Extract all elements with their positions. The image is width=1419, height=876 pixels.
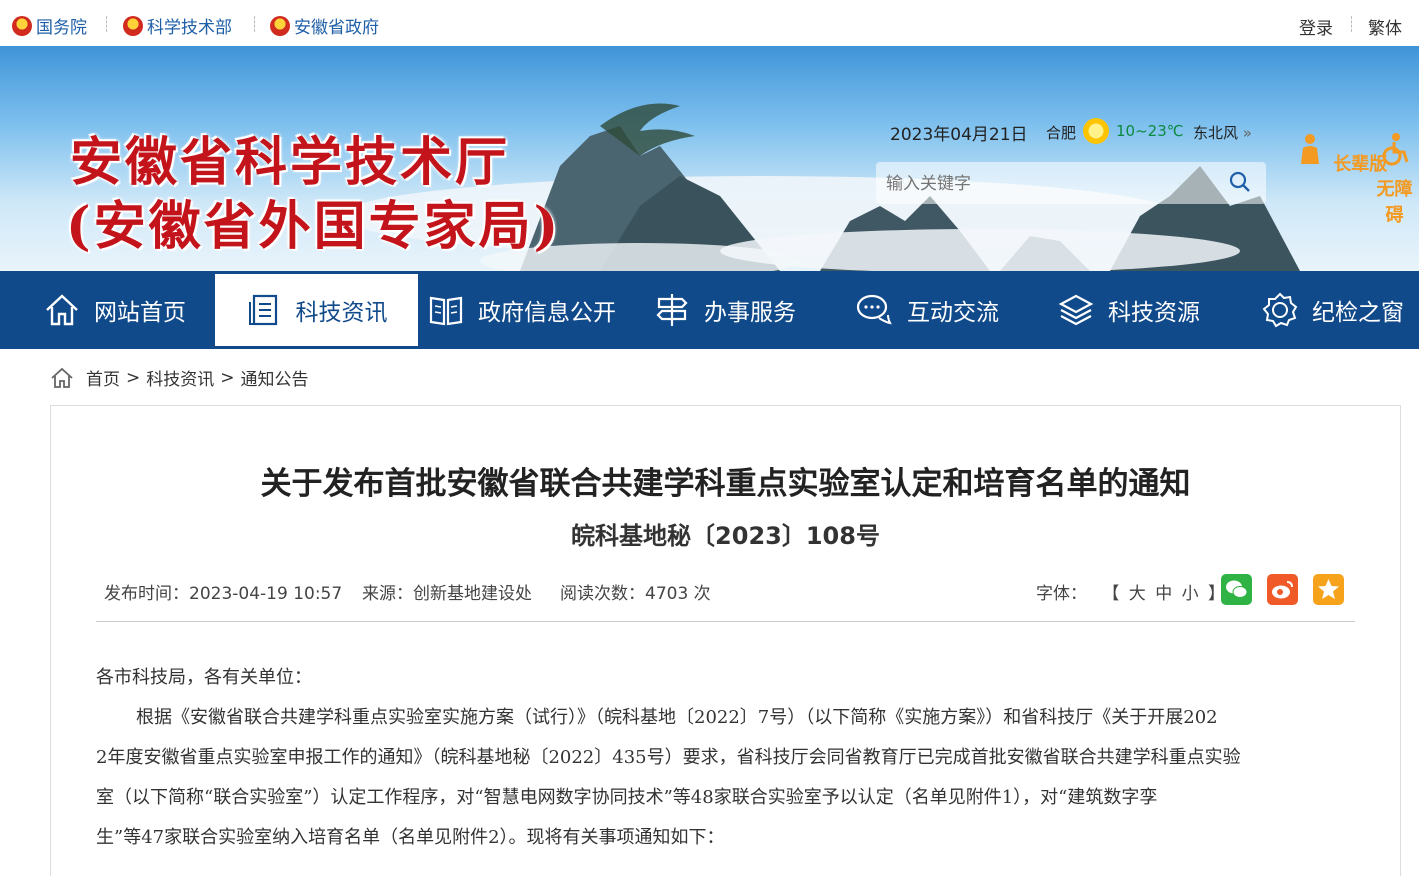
breadcrumb-tech-news[interactable]: 科技资讯: [146, 365, 214, 390]
main-navigation: 网站首页 科技资讯 政府信息公开 办事服务 互动交流 科技资源 纪检之窗: [0, 271, 1419, 349]
nav-gov-info-label: 政府信息公开: [478, 300, 616, 326]
weather-city: 合肥: [1046, 124, 1077, 142]
link-state-council[interactable]: 国务院: [12, 13, 87, 38]
home-icon: [51, 367, 73, 388]
accessibility-button[interactable]: 无障碍: [1370, 132, 1419, 227]
weather-wind-label: 东北风: [1193, 124, 1239, 142]
nav-interaction-label: 互动交流: [907, 300, 999, 326]
header-banner: 安徽省科学技术厅 (安徽省外国专家局) 2023年04月21日 合肥 10~23…: [0, 46, 1419, 271]
home-icon: [46, 294, 78, 326]
nav-discipline[interactable]: 纪检之窗: [1262, 271, 1404, 349]
publish-time: 发布时间：2023-04-19 10:57: [104, 584, 343, 604]
top-bar: 国务院 科学技术部 安徽省政府 登录 繁体: [0, 0, 1419, 47]
nav-home[interactable]: 网站首页: [44, 271, 186, 349]
national-emblem-icon: [270, 15, 290, 36]
font-size-control: 字体： 【 大 中 小 】: [1036, 579, 1227, 604]
open-book-icon: [429, 296, 463, 326]
breadcrumb: 首页 > 科技资讯 > 通知公告: [50, 365, 315, 390]
divider: [1351, 16, 1352, 32]
login-link[interactable]: 登录: [1299, 14, 1333, 39]
chevron-right-icon[interactable]: »: [1243, 124, 1252, 142]
traditional-chinese-link[interactable]: 繁体: [1368, 14, 1402, 39]
badge-icon: [1262, 292, 1298, 328]
nav-services-label: 办事服务: [704, 300, 796, 326]
breadcrumb-separator: >: [126, 367, 141, 388]
article-title: 关于发布首批安徽省联合共建学科重点实验室认定和培育名单的通知: [260, 466, 1191, 502]
divider: [106, 16, 107, 32]
font-size-label: 字体：: [1036, 584, 1087, 604]
favorite-icon[interactable]: [1313, 574, 1344, 605]
weather-temperature: 10~23℃: [1116, 122, 1184, 140]
document-icon: [248, 294, 277, 326]
font-size-options[interactable]: 【 大 中 小 】: [1102, 584, 1227, 604]
nav-home-label: 网站首页: [94, 300, 186, 326]
body-line: 2年度安徽省重点实验室申报工作的通知》（皖科基地秘〔2022〕435号）要求，省…: [96, 747, 1241, 768]
divider: [254, 16, 255, 32]
link-anhui-government-label[interactable]: 安徽省政府: [294, 13, 379, 38]
nav-resources-label: 科技资源: [1108, 300, 1200, 326]
sunny-icon: [1083, 118, 1109, 144]
link-state-council-label[interactable]: 国务院: [36, 13, 87, 38]
article-panel: 关于发布首批安徽省联合共建学科重点实验室认定和培育名单的通知 皖科基地秘〔202…: [50, 405, 1401, 876]
elder-person-icon: [1301, 134, 1319, 164]
national-emblem-icon: [12, 15, 32, 36]
nav-services[interactable]: 办事服务: [654, 271, 796, 349]
nav-discipline-label: 纪检之窗: [1312, 300, 1404, 326]
article-source: 来源：创新基地建设处: [362, 584, 532, 604]
document-number: 皖科基地秘〔2023〕108号: [571, 522, 880, 550]
breadcrumb-notices[interactable]: 通知公告: [241, 365, 309, 390]
national-emblem-icon: [123, 15, 143, 36]
breadcrumb-home[interactable]: 首页: [86, 365, 120, 390]
weibo-icon[interactable]: [1267, 574, 1298, 605]
body-line: 室（以下简称“联合实验室”）认定工作程序，对“智慧电网数字协同技术”等48家联合…: [96, 787, 1158, 808]
salutation: 各市科技局，各有关单位：: [96, 667, 312, 688]
wheelchair-icon: [1382, 133, 1408, 166]
accessibility-label: 无障碍: [1376, 179, 1413, 226]
nav-gov-info[interactable]: 政府信息公开: [428, 271, 616, 349]
nav-interaction[interactable]: 互动交流: [855, 271, 999, 349]
search-input[interactable]: [884, 170, 1218, 198]
body-line: 生”等47家联合实验室纳入培育名单（名单见附件2）。现将有关事项通知如下：: [96, 827, 725, 848]
signpost-icon: [656, 294, 688, 326]
current-date: 2023年04月21日: [890, 125, 1028, 145]
breadcrumb-separator: >: [220, 367, 235, 388]
body-line: 根据《安徽省联合共建学科重点实验室实施方案（试行）》（皖科基地〔2022〕7号）…: [136, 707, 1218, 728]
nav-resources[interactable]: 科技资源: [1058, 271, 1200, 349]
link-ministry-science[interactable]: 科学技术部: [123, 13, 232, 38]
view-count: 阅读次数：4703 次: [560, 584, 711, 604]
chat-bubble-icon: [856, 294, 892, 325]
wechat-icon[interactable]: [1221, 574, 1252, 605]
nav-tech-news-label: 科技资讯: [295, 300, 388, 326]
divider: [96, 621, 1355, 622]
weather-wind: 东北风 »: [1193, 122, 1252, 143]
nav-tech-news[interactable]: 科技资讯: [215, 271, 418, 346]
layers-icon: [1058, 294, 1094, 326]
site-title-line2: (安徽省外国专家局): [66, 196, 562, 257]
search-box: [876, 162, 1266, 204]
search-icon[interactable]: [1228, 170, 1252, 194]
link-anhui-government[interactable]: 安徽省政府: [270, 13, 379, 38]
link-ministry-science-label[interactable]: 科学技术部: [147, 13, 232, 38]
